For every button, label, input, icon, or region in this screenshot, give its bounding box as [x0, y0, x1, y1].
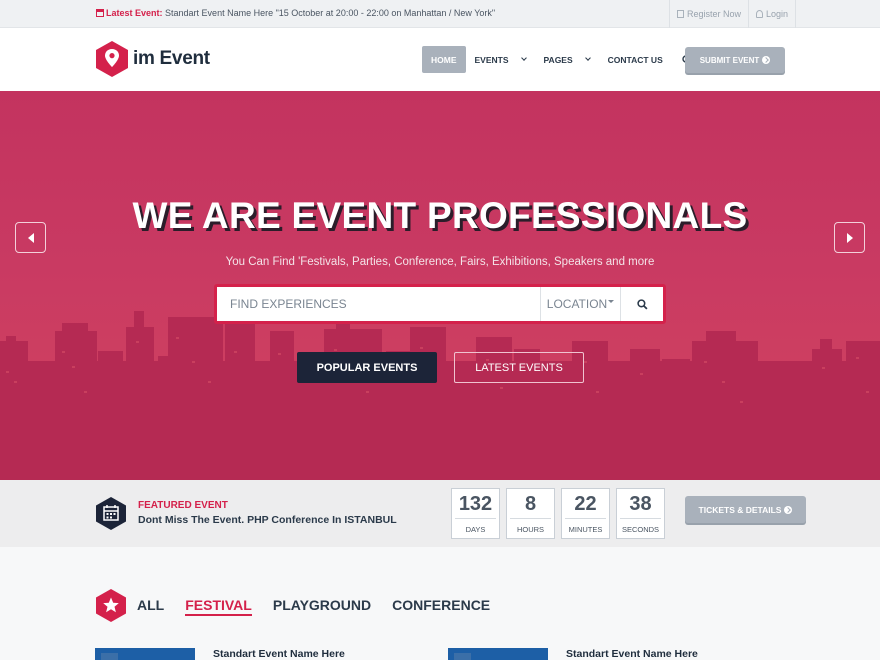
- caret-down-icon: [608, 299, 615, 303]
- tab-playground[interactable]: PLAYGROUND: [273, 597, 371, 616]
- site-header: im Event HOME EVENTS PAGES CONTACT US SU…: [0, 28, 880, 91]
- chevron-down-icon: [584, 55, 591, 61]
- countdown-value: 132: [458, 493, 493, 515]
- calendar-icon: [96, 9, 104, 17]
- document-icon: [677, 10, 684, 18]
- latest-event-label: Latest Event:: [106, 8, 163, 18]
- latest-events-button[interactable]: LATEST EVENTS: [454, 352, 584, 383]
- login-link[interactable]: Login: [748, 0, 797, 28]
- nav-events[interactable]: EVENTS: [466, 46, 535, 73]
- login-label: Login: [766, 9, 789, 19]
- countdown-value: 8: [524, 493, 537, 515]
- main-navigation: HOME EVENTS PAGES CONTACT US: [422, 46, 702, 73]
- tickets-details-button[interactable]: TICKETS & DETAILS: [685, 496, 806, 523]
- featured-event-strip: FEATURED EVENT Dont Miss The Event. PHP …: [0, 480, 880, 547]
- hero-title: WE ARE EVENT PROFESSIONALS: [132, 195, 748, 236]
- tab-all[interactable]: ALL: [137, 597, 164, 616]
- nav-pages[interactable]: PAGES: [535, 46, 599, 73]
- latest-event-announcement[interactable]: Latest Event: Standart Event Name Here "…: [96, 8, 495, 18]
- hero-subtitle: You Can Find 'Festivals, Parties, Confer…: [225, 256, 655, 268]
- countdown-minutes: 22 MINUTES: [561, 488, 610, 539]
- countdown-unit: SECONDS: [620, 518, 661, 534]
- tab-conference[interactable]: CONFERENCE: [392, 597, 490, 616]
- account-links: Register Now Login: [669, 0, 797, 28]
- submit-event-button[interactable]: SUBMIT EVENT: [685, 47, 785, 73]
- event-filter-section: ALL FESTIVAL PLAYGROUND CONFERENCE Stand…: [0, 547, 880, 660]
- top-bar: Latest Event: Standart Event Name Here "…: [0, 0, 880, 28]
- countdown-unit: HOURS: [510, 518, 551, 534]
- logo-text: im Event: [133, 48, 210, 69]
- site-logo[interactable]: im Event: [95, 40, 210, 78]
- chevron-down-icon: [520, 55, 527, 61]
- search-icon: [636, 298, 648, 310]
- hero-banner: WE ARE EVENT PROFESSIONALS You Can Find …: [0, 91, 880, 480]
- logo-hexagon-pin-icon: [96, 41, 128, 77]
- popular-events-button[interactable]: POPULAR EVENTS: [297, 352, 437, 383]
- countdown-seconds: 38 SECONDS: [616, 488, 665, 539]
- event-title[interactable]: Standart Event Name Here: [213, 648, 345, 660]
- register-label: Register Now: [687, 9, 742, 19]
- tickets-details-label: TICKETS & DETAILS: [698, 504, 782, 515]
- user-icon: [756, 10, 764, 18]
- arrow-circle-icon: [784, 505, 793, 514]
- arrow-circle-icon: [762, 56, 771, 64]
- register-link[interactable]: Register Now: [669, 0, 748, 28]
- countdown-unit: MINUTES: [565, 518, 606, 534]
- countdown-value: 22: [574, 493, 597, 515]
- event-search-bar: LOCATION: [214, 284, 666, 324]
- countdown-hours: 8 HOURS: [506, 488, 555, 539]
- countdown-value: 38: [629, 493, 652, 515]
- location-select[interactable]: LOCATION: [540, 287, 620, 321]
- submit-event-label: SUBMIT EVENT: [699, 55, 760, 65]
- find-experiences-input[interactable]: [217, 287, 540, 321]
- nav-home[interactable]: HOME: [422, 46, 466, 73]
- location-label: LOCATION: [546, 297, 608, 311]
- nav-contact-us[interactable]: CONTACT US: [599, 46, 672, 73]
- nav-events-label: EVENTS: [474, 54, 509, 65]
- countdown-unit: DAYS: [455, 518, 496, 534]
- nav-pages-label: PAGES: [543, 54, 573, 65]
- star-icon: [96, 589, 126, 622]
- latest-event-text: Standart Event Name Here "15 October at …: [165, 8, 496, 18]
- calendar-icon: [96, 497, 126, 530]
- event-thumbnail[interactable]: [448, 648, 548, 660]
- search-submit-button[interactable]: [620, 287, 663, 321]
- featured-event-label: FEATURED EVENT: [138, 500, 228, 511]
- event-title[interactable]: Standart Event Name Here: [566, 648, 698, 660]
- featured-event-description: Dont Miss The Event. PHP Conference In I…: [138, 514, 397, 526]
- countdown-days: 132 DAYS: [451, 488, 500, 539]
- category-tabs: ALL FESTIVAL PLAYGROUND CONFERENCE: [137, 597, 511, 616]
- event-thumbnail[interactable]: [95, 648, 195, 660]
- tab-festival[interactable]: FESTIVAL: [185, 597, 252, 616]
- event-countdown: 132 DAYS 8 HOURS 22 MINUTES 38 SECONDS: [451, 488, 671, 539]
